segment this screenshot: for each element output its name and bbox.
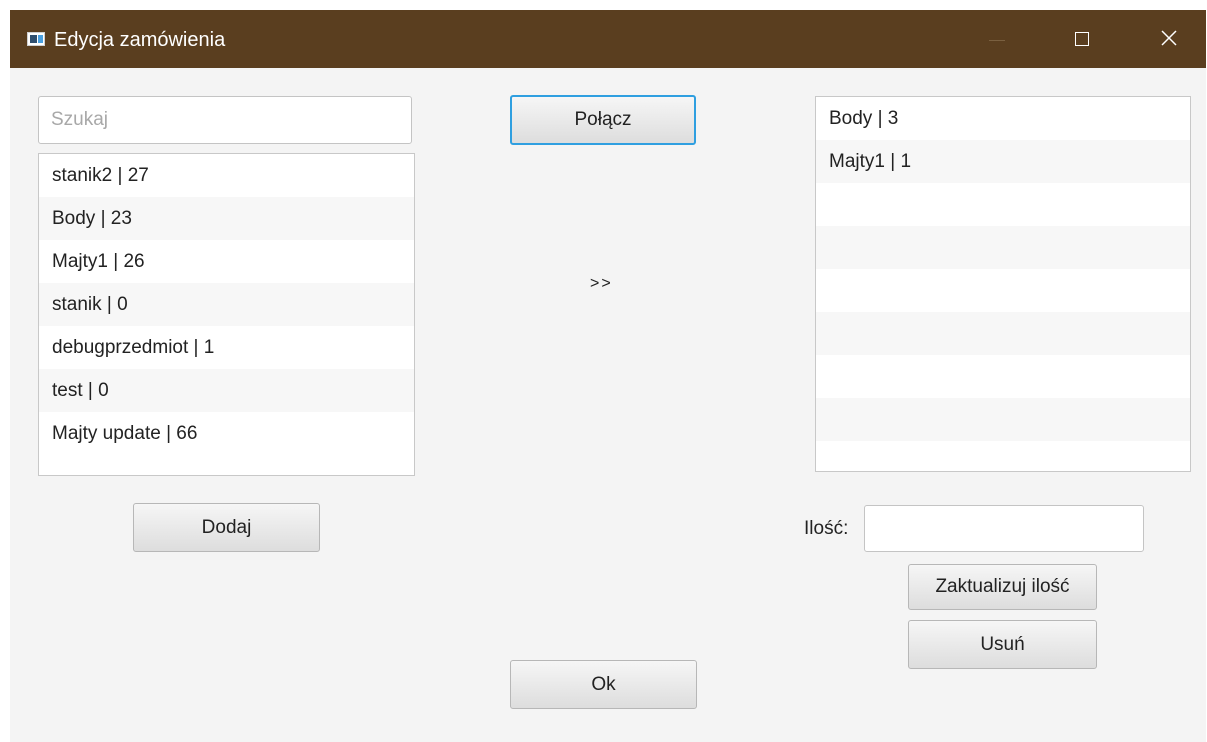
list-item[interactable]: test | 0 <box>39 369 414 412</box>
add-button[interactable]: Dodaj <box>133 503 320 552</box>
minimize-icon <box>989 40 1005 41</box>
remove-button[interactable]: Usuń <box>908 620 1097 669</box>
list-item[interactable]: stanik | 0 <box>39 283 414 326</box>
empty-row <box>816 355 1190 398</box>
order-items-list[interactable]: Body | 3 Majty1 | 1 <box>815 96 1191 472</box>
list-item[interactable]: Majty1 | 26 <box>39 240 414 283</box>
empty-row <box>816 226 1190 269</box>
connect-button[interactable]: Połącz <box>510 95 696 145</box>
minimize-button[interactable] <box>977 10 1035 68</box>
quantity-input[interactable] <box>864 505 1144 552</box>
update-quantity-button[interactable]: Zaktualizuj ilość <box>908 564 1097 610</box>
search-input[interactable] <box>38 96 412 144</box>
empty-row <box>816 183 1190 226</box>
empty-row <box>816 441 1190 471</box>
app-icon <box>27 32 45 46</box>
transfer-arrow-label: >> <box>590 275 613 292</box>
window-title: Edycja zamówienia <box>54 29 226 51</box>
maximize-icon <box>1075 32 1089 46</box>
list-item[interactable]: Majty1 | 1 <box>816 140 1190 183</box>
close-icon <box>1161 30 1177 46</box>
list-item[interactable]: Body | 3 <box>816 97 1190 140</box>
list-item[interactable]: debugprzedmiot | 1 <box>39 326 414 369</box>
title-bar[interactable]: Edycja zamówienia <box>10 10 1206 68</box>
order-edit-window: Edycja zamówienia stanik2 | 27 Body | 23… <box>10 10 1206 742</box>
list-item[interactable]: stanik2 | 27 <box>39 154 414 197</box>
product-list[interactable]: stanik2 | 27 Body | 23 Majty1 | 26 stani… <box>38 153 415 476</box>
close-button[interactable] <box>1140 10 1198 68</box>
maximize-button[interactable] <box>1060 10 1118 68</box>
ok-button[interactable]: Ok <box>510 660 697 709</box>
empty-row <box>816 312 1190 355</box>
quantity-label: Ilość: <box>804 518 849 539</box>
list-item[interactable]: Majty update | 66 <box>39 412 414 455</box>
empty-row <box>816 269 1190 312</box>
list-item[interactable]: Body | 23 <box>39 197 414 240</box>
empty-row <box>816 398 1190 441</box>
